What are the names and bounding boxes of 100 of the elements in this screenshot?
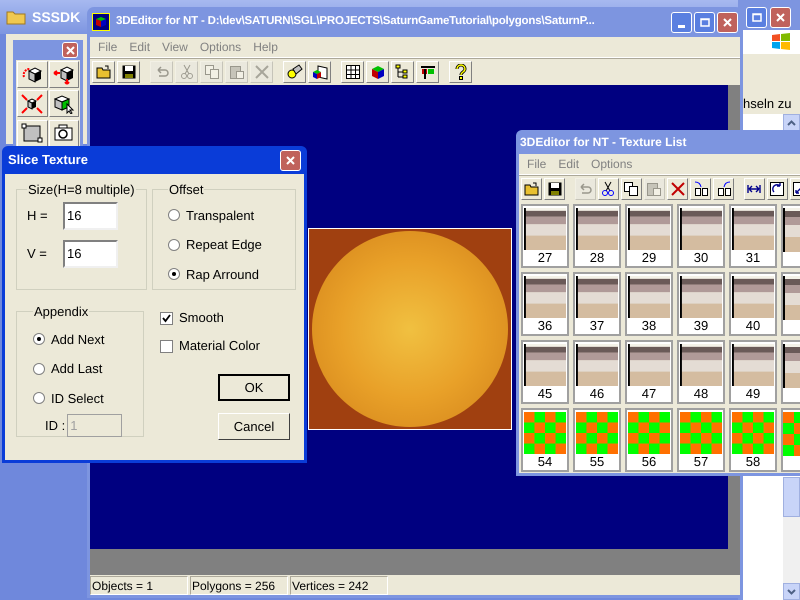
status-bar-field: Vertices = 242 bbox=[290, 576, 388, 595]
texture-tile[interactable]: 31 bbox=[729, 204, 777, 268]
radio-button[interactable] bbox=[33, 333, 45, 346]
toolbar-button[interactable] bbox=[744, 178, 765, 200]
toolbar-button[interactable] bbox=[341, 60, 364, 82]
minimize-button[interactable] bbox=[671, 12, 692, 32]
move-cube-icon bbox=[52, 64, 75, 84]
chevron-up-icon bbox=[787, 120, 796, 126]
texture-tile[interactable]: 28 bbox=[573, 204, 621, 268]
stripes-texture-drawing bbox=[627, 208, 671, 250]
texture-number: 27 bbox=[538, 250, 552, 266]
texture-number: 55 bbox=[590, 454, 604, 470]
toolbar-button[interactable] bbox=[620, 178, 642, 200]
texture-number: 46 bbox=[590, 386, 604, 402]
checkbox[interactable] bbox=[160, 340, 173, 352]
texture-tile[interactable]: 57 bbox=[677, 408, 725, 472]
toolbar-button[interactable] bbox=[544, 178, 566, 200]
folder-icon bbox=[6, 9, 26, 25]
group-label: Offset bbox=[168, 181, 204, 199]
texture-number: 40 bbox=[746, 318, 760, 334]
texture-number: 45 bbox=[538, 386, 552, 402]
texture-tile[interactable]: 55 bbox=[573, 408, 621, 472]
maximize-button[interactable] bbox=[746, 7, 767, 28]
insert-icon bbox=[692, 180, 709, 196]
toolbar-button[interactable] bbox=[690, 178, 712, 200]
texture-number: 57 bbox=[694, 454, 708, 470]
delete-icon bbox=[670, 180, 686, 196]
insert-icon bbox=[716, 180, 732, 196]
close-button[interactable] bbox=[62, 42, 78, 58]
texture-tile[interactable]: 36 bbox=[521, 272, 569, 336]
rotate-icon bbox=[769, 180, 786, 196]
close-button[interactable] bbox=[770, 7, 791, 28]
texture-number: 49 bbox=[746, 386, 760, 402]
window-title: 3DEditor for NT - D:\dev\SATURN\SGL\PROJECTS\SaturnGameTutorial\polygons\SaturnP... bbox=[116, 14, 596, 30]
close-button[interactable] bbox=[717, 12, 738, 32]
tool-button[interactable] bbox=[17, 61, 48, 88]
radio-button[interactable] bbox=[168, 268, 180, 280]
maximize-button[interactable] bbox=[694, 12, 715, 32]
toolbar-button[interactable] bbox=[366, 60, 389, 82]
tool-button[interactable] bbox=[48, 61, 79, 88]
toolbar-button[interactable] bbox=[521, 178, 542, 200]
texture-tile[interactable]: 29 bbox=[625, 204, 673, 268]
texture-tile[interactable]: 27 bbox=[521, 204, 569, 268]
texture-tile[interactable]: 46 bbox=[573, 340, 621, 404]
scroll-down-button[interactable] bbox=[783, 583, 800, 600]
dialog-button[interactable]: OK bbox=[218, 374, 290, 401]
text-field[interactable]: 16 bbox=[63, 202, 118, 230]
texture-tile[interactable]: 58 bbox=[729, 408, 777, 472]
tool-button[interactable] bbox=[17, 120, 48, 147]
stripes-texture-drawing bbox=[575, 208, 619, 250]
tool-button[interactable] bbox=[48, 90, 79, 118]
radio-button[interactable] bbox=[168, 209, 180, 222]
checkbox[interactable] bbox=[160, 312, 173, 324]
texture-number: 30 bbox=[694, 250, 708, 266]
toolbar-button[interactable] bbox=[713, 178, 734, 200]
texture-tile[interactable]: 38 bbox=[625, 272, 673, 336]
toolbar-button[interactable] bbox=[766, 178, 788, 200]
text-field[interactable]: 16 bbox=[63, 240, 118, 268]
texture-tile[interactable]: 48 bbox=[677, 340, 725, 404]
stripes-texture-drawing bbox=[523, 344, 567, 386]
status-bar-field: Objects = 1 bbox=[90, 576, 188, 595]
clipboard-icon bbox=[646, 180, 662, 196]
radio-button[interactable] bbox=[168, 238, 180, 251]
texture-tile[interactable]: 45 bbox=[521, 340, 569, 404]
scrollbar[interactable] bbox=[783, 477, 800, 600]
scissors-icon bbox=[600, 180, 616, 196]
texture-tile[interactable]: 56 bbox=[625, 408, 673, 472]
toolbar-button[interactable] bbox=[92, 60, 115, 82]
checker-texture-drawing bbox=[523, 412, 567, 454]
tool-button[interactable] bbox=[17, 90, 48, 118]
texture-tile[interactable]: 40 bbox=[729, 272, 777, 336]
radio-label: Transpalent bbox=[186, 206, 254, 225]
side-text: hseln zu bbox=[743, 95, 792, 114]
texture-tile[interactable]: 39 bbox=[677, 272, 725, 336]
scroll-up-button[interactable] bbox=[783, 114, 800, 131]
toolbar-button[interactable] bbox=[598, 178, 619, 200]
texture-tile[interactable]: 54 bbox=[521, 408, 569, 472]
texture-tile[interactable]: 47 bbox=[625, 340, 673, 404]
rotate-cube-icon bbox=[21, 64, 44, 84]
close-icon bbox=[66, 46, 74, 54]
delete-icon bbox=[254, 64, 270, 80]
toolbar-button[interactable] bbox=[416, 60, 439, 82]
dialog-button[interactable]: Cancel bbox=[218, 413, 290, 440]
toolbar-button[interactable] bbox=[449, 60, 472, 82]
radio-button[interactable] bbox=[33, 362, 45, 375]
dialog-title: Slice Texture bbox=[8, 151, 88, 170]
chart-icon bbox=[420, 64, 436, 80]
scroll-thumb[interactable] bbox=[783, 477, 800, 517]
radio-button[interactable] bbox=[33, 392, 45, 404]
toolbar-button[interactable] bbox=[308, 60, 331, 82]
toolbar-button[interactable] bbox=[667, 178, 688, 200]
toolbar-button[interactable] bbox=[283, 60, 306, 82]
radio-label: Repeat Edge bbox=[186, 236, 262, 254]
close-button[interactable] bbox=[280, 150, 301, 170]
toolbar-button[interactable] bbox=[117, 60, 140, 82]
toolbar-button[interactable] bbox=[391, 60, 414, 82]
texture-tile[interactable]: 30 bbox=[677, 204, 725, 268]
tool-button[interactable] bbox=[48, 120, 79, 147]
texture-tile[interactable]: 37 bbox=[573, 272, 621, 336]
texture-tile[interactable]: 49 bbox=[729, 340, 777, 404]
